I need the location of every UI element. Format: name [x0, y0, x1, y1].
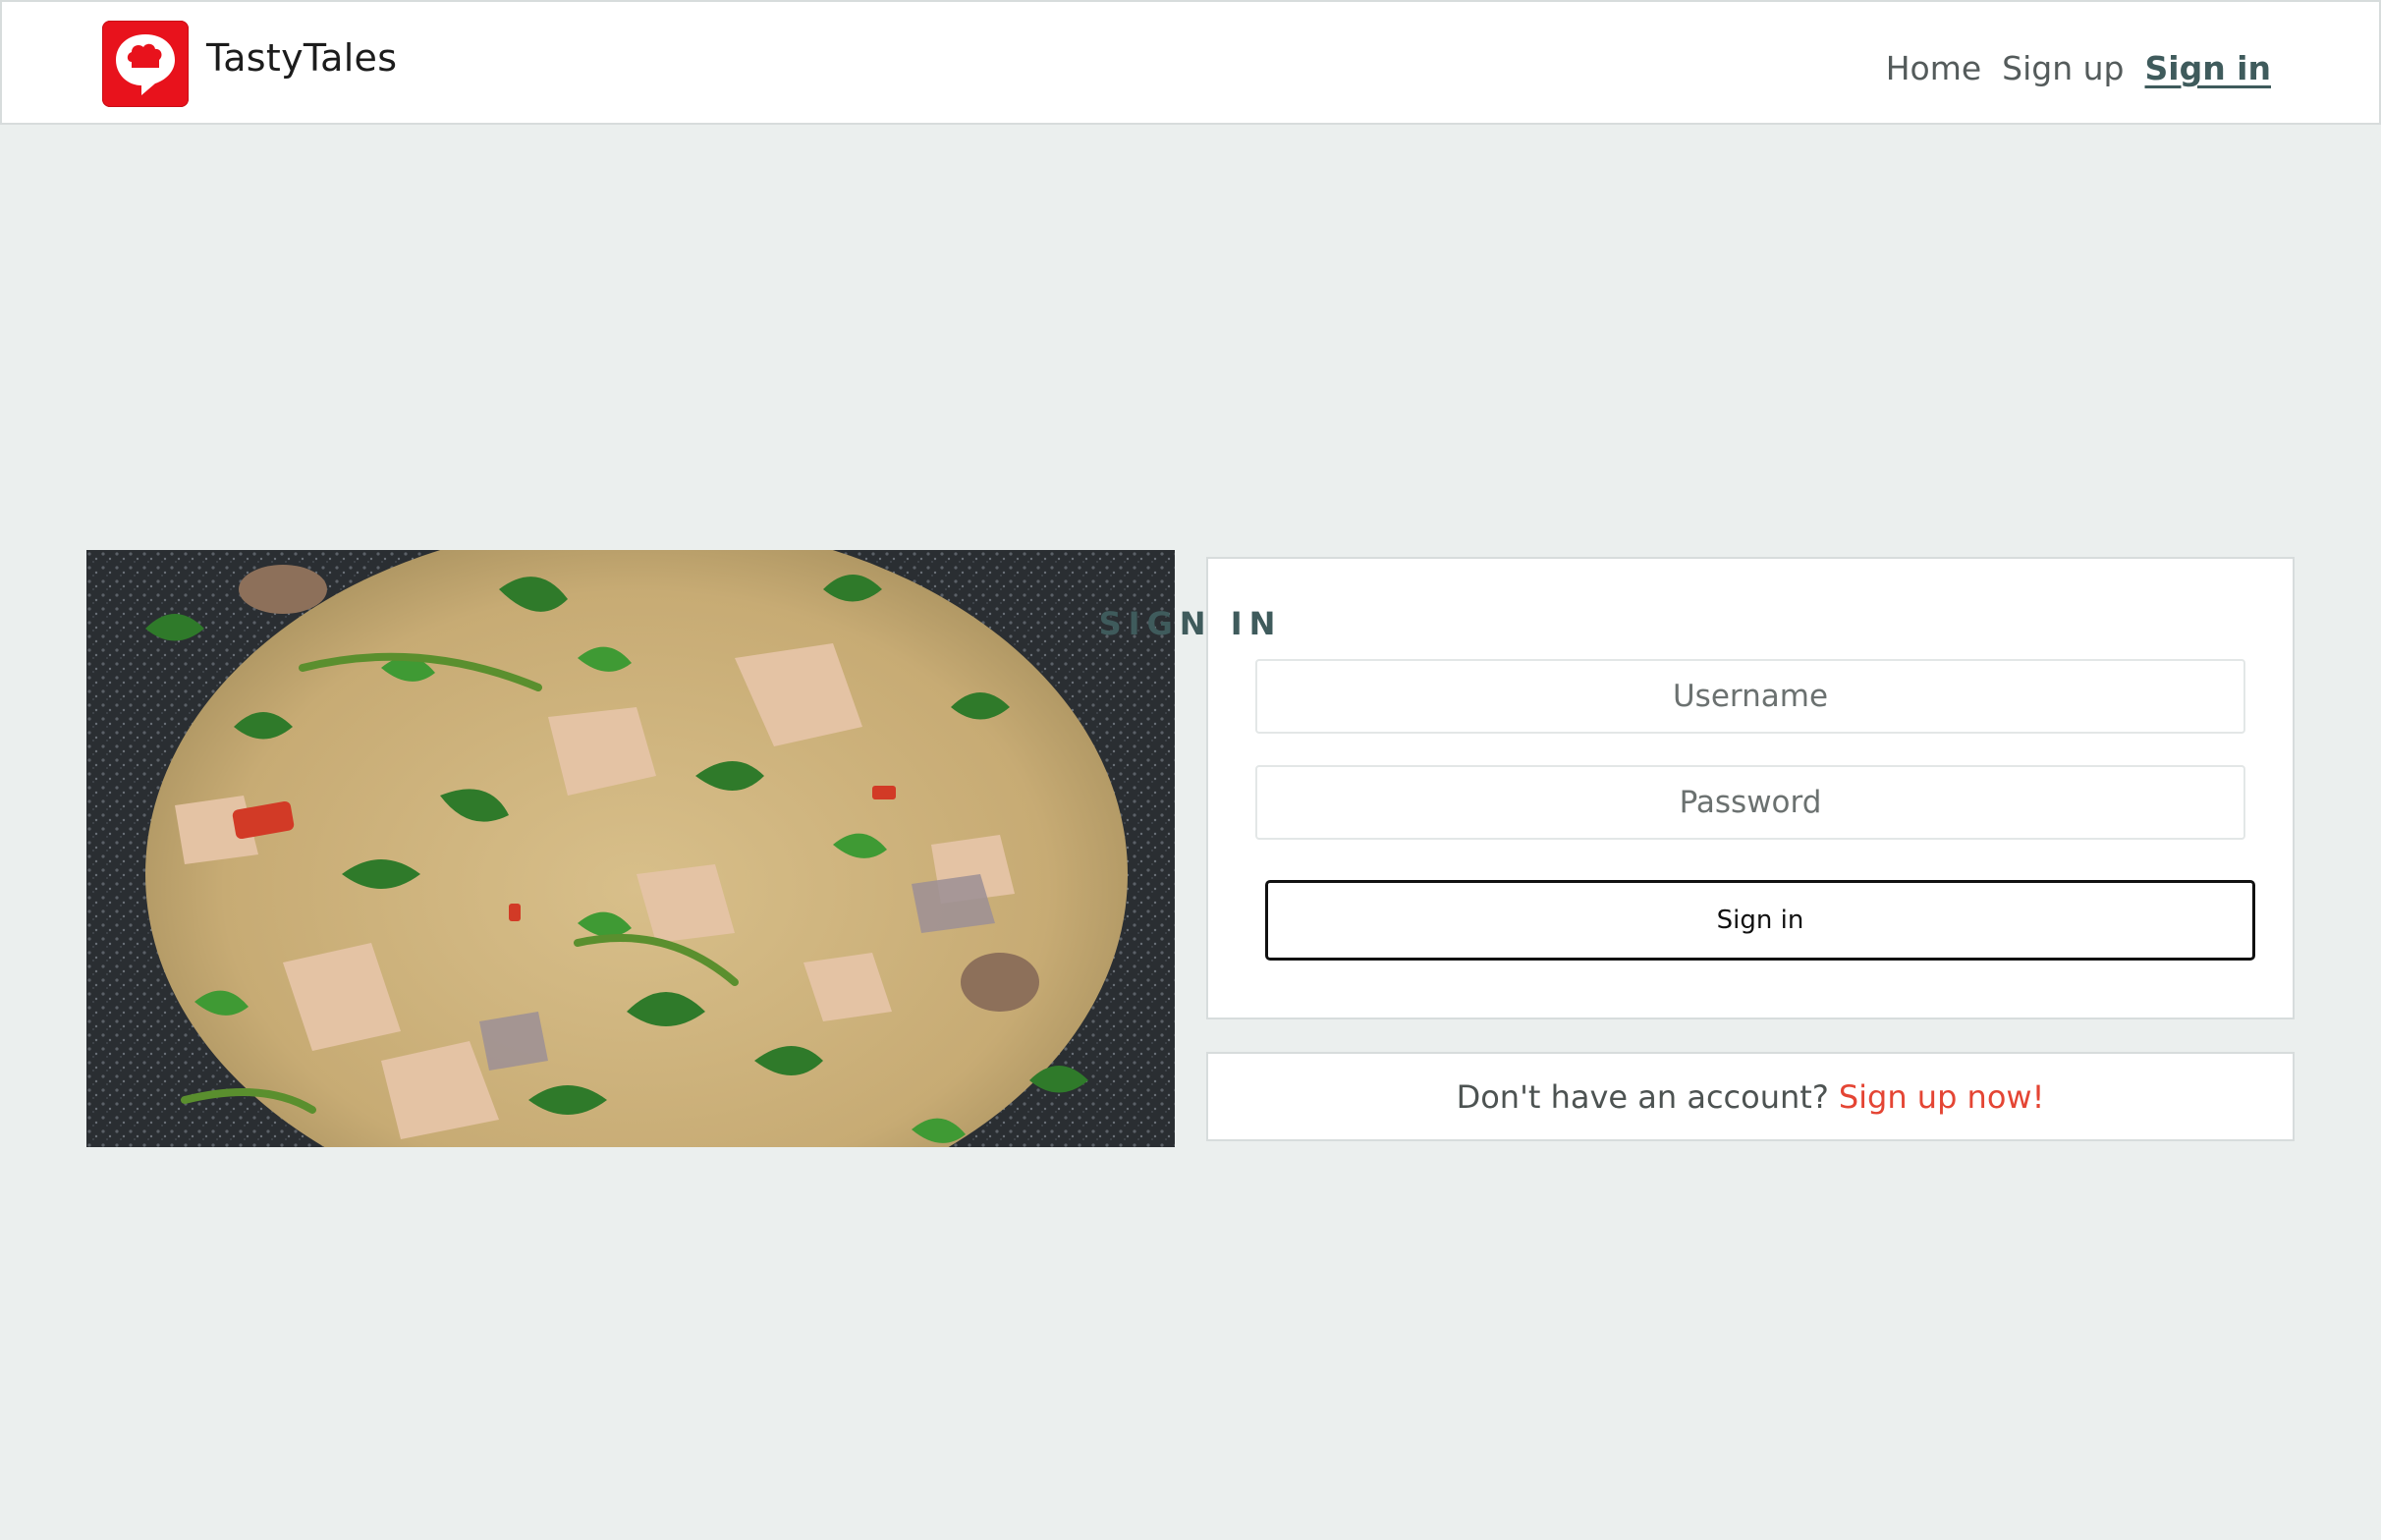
signup-prompt-card: Don't have an account? Sign up now!: [1206, 1052, 2295, 1141]
password-input[interactable]: [1255, 765, 2245, 840]
chef-hat-icon: [102, 21, 189, 107]
nav-links: Home Sign up Sign in: [1886, 49, 2271, 87]
username-input[interactable]: [1255, 659, 2245, 734]
nav-signup-link[interactable]: Sign up: [2002, 49, 2124, 87]
signup-now-link[interactable]: Sign up now!: [1839, 1078, 2045, 1116]
nav-signin-link[interactable]: Sign in: [2145, 49, 2272, 87]
signin-button[interactable]: Sign in: [1265, 880, 2255, 961]
brand[interactable]: TastyTales: [102, 21, 397, 107]
brand-name: TastyTales: [206, 36, 398, 80]
signup-prompt-text: Don't have an account?: [1456, 1077, 1829, 1116]
signin-title: SIGN IN: [1098, 605, 1283, 642]
nav-home-link[interactable]: Home: [1886, 49, 1981, 87]
top-navbar: TastyTales Home Sign up Sign in: [0, 0, 2381, 125]
